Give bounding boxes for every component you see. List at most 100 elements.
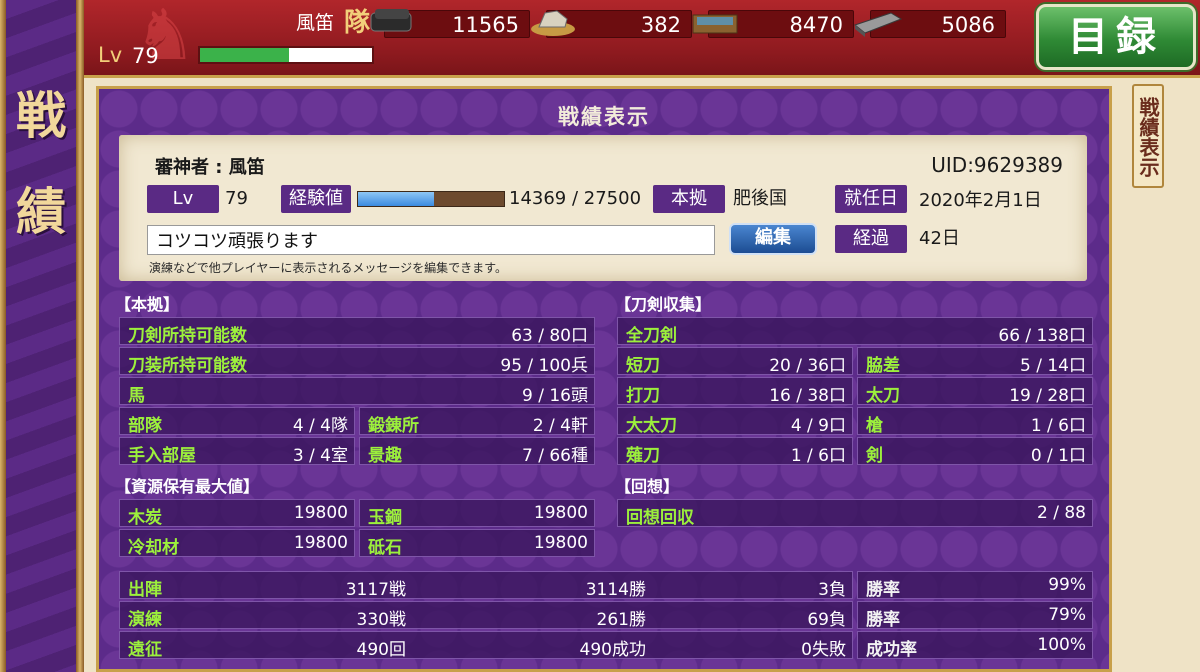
stat-label: 手入部屋 — [128, 446, 196, 466]
profile-appoint-value: 2020年2月1日 — [919, 190, 1042, 211]
battle-wins: 261勝 — [596, 610, 646, 630]
battle-label: 遠征 — [128, 640, 162, 660]
left-side-panel: 戦績 — [0, 0, 84, 672]
stat-value: 20 / 36口 — [769, 356, 846, 376]
battle-label: 演練 — [128, 610, 162, 630]
battle-losses: 3負 — [818, 580, 846, 600]
profile-card: 審神者 : 風笛 UID:9629389 Lv 79 経験値 14369 / 2… — [119, 135, 1087, 281]
stat-row: 刀剣所持可能数 63 / 80口 — [119, 317, 595, 346]
charcoal-icon — [370, 9, 412, 32]
stat-value: 66 / 138口 — [998, 326, 1086, 346]
stat-label: 砥石 — [368, 538, 402, 558]
rate-label: 勝率 — [866, 610, 900, 630]
battle-label: 出陣 — [128, 580, 162, 600]
stat-value: 1 / 6口 — [1030, 416, 1086, 436]
coolant-icon — [692, 14, 738, 34]
resource-value: 8470 — [789, 13, 843, 37]
stat-value: 95 / 100兵 — [500, 356, 588, 376]
stat-label: 全刀剣 — [626, 326, 677, 346]
resource-value: 382 — [640, 13, 681, 37]
resource-value: 11565 — [452, 13, 519, 37]
stat-label: 剣 — [866, 446, 883, 466]
battle-wins: 3114勝 — [585, 580, 646, 600]
rate-value: 99% — [1048, 575, 1086, 595]
stat-row: 部隊 4 / 4隊 — [119, 407, 355, 436]
stat-value: 7 / 66種 — [522, 446, 588, 466]
profile-name: 審神者 : 風笛 — [155, 157, 265, 178]
stat-label: 大太刀 — [626, 416, 677, 436]
stat-row: 薙刀 1 / 6口 — [617, 437, 853, 466]
battle-count: 490回 — [356, 640, 406, 660]
profile-home-value: 肥後国 — [733, 188, 787, 209]
profile-exp-value: 14369 / 27500 — [509, 188, 642, 209]
section-kaisou-head: 【回想】 — [615, 477, 680, 496]
stat-row: 景趣 7 / 66種 — [359, 437, 595, 466]
tab-record-display[interactable]: 戦績表示 — [1132, 84, 1164, 188]
stat-value: 2 / 88 — [1037, 503, 1086, 523]
stat-value: 19800 — [533, 503, 588, 523]
stat-label: 打刀 — [626, 386, 660, 406]
edit-message-button[interactable]: 編集 — [729, 223, 817, 255]
left-border-right — [76, 0, 84, 672]
rate-value: 79% — [1048, 605, 1086, 625]
rate-row: 勝率 99% — [857, 571, 1093, 600]
stat-value: 19800 — [293, 503, 348, 523]
section-resource-max-head: 【資源保有最大値】 — [115, 477, 260, 496]
profile-elapsed-value: 42日 — [919, 228, 960, 249]
stat-value: 19800 — [293, 533, 348, 553]
stat-label: 鍛錬所 — [368, 416, 419, 436]
profile-home-label: 本拠 — [653, 185, 725, 213]
menu-button[interactable]: 目録 — [1036, 4, 1196, 70]
stat-row: 玉鋼 19800 — [359, 499, 595, 528]
stat-row: 木炭 19800 — [119, 499, 355, 528]
stat-value: 1 / 6口 — [790, 446, 846, 466]
stat-label: 刀装所持可能数 — [128, 356, 247, 376]
stat-value: 16 / 38口 — [769, 386, 846, 406]
profile-lv-value: 79 — [225, 188, 248, 209]
stat-label: 玉鋼 — [368, 508, 402, 528]
stat-value: 5 / 14口 — [1020, 356, 1086, 376]
stat-label: 脇差 — [866, 356, 900, 376]
profile-appoint-label: 就任日 — [835, 185, 907, 213]
message-hint: 演練などで他プレイヤーに表示されるメッセージを編集できます。 — [149, 261, 507, 275]
screen-title: 戦績 — [16, 86, 66, 241]
resource-coolant: 8470 — [692, 10, 854, 38]
resource-charcoal: 11565 — [370, 9, 530, 38]
battle-wins: 490成功 — [579, 640, 646, 660]
player-name: 風笛 — [296, 12, 335, 34]
exp-progress-fill — [358, 192, 435, 206]
stat-label: 槍 — [866, 416, 883, 436]
rate-row: 勝率 79% — [857, 601, 1093, 630]
stat-value: 19 / 28口 — [1009, 386, 1086, 406]
level-progress-fill — [200, 48, 290, 62]
stat-label: 馬 — [128, 386, 145, 406]
stat-row: 脇差 5 / 14口 — [857, 347, 1093, 376]
rate-label: 成功率 — [866, 640, 917, 660]
profile-lv-label: Lv — [147, 185, 219, 213]
battle-row: 出陣 3117戦 3114勝 3負 — [119, 571, 853, 600]
battle-losses: 0失敗 — [801, 640, 846, 660]
stat-value: 4 / 9口 — [790, 416, 846, 436]
stat-row: 刀装所持可能数 95 / 100兵 — [119, 347, 595, 376]
profile-uid: UID:9629389 — [931, 153, 1063, 177]
rate-value: 100% — [1037, 635, 1086, 655]
tamahagane-icon — [531, 10, 575, 36]
game-screen: ♞ 風笛 隊 Lv 79 11565 382 8470 5086 目録 戦績 戦 — [0, 0, 1200, 672]
message-input[interactable] — [147, 225, 715, 255]
panel-title: 戦績表示 — [558, 104, 650, 129]
stat-label: 太刀 — [866, 386, 900, 406]
section-honkyo-head: 【本拠】 — [115, 295, 180, 314]
level-value: 79 — [132, 44, 159, 68]
stat-label: 刀剣所持可能数 — [128, 326, 247, 346]
stat-row: 短刀 20 / 36口 — [617, 347, 853, 376]
stat-label: 木炭 — [128, 508, 162, 528]
stat-row: 槍 1 / 6口 — [857, 407, 1093, 436]
stat-row: 全刀剣 66 / 138口 — [617, 317, 1093, 346]
stat-label: 薙刀 — [626, 446, 660, 466]
resource-whetstone: 5086 — [853, 10, 1006, 38]
whetstone-icon — [853, 12, 903, 37]
stat-value: 19800 — [533, 533, 588, 553]
profile-exp-label: 経験値 — [281, 185, 351, 213]
stat-row: 砥石 19800 — [359, 529, 595, 558]
battle-row: 遠征 490回 490成功 0失敗 — [119, 631, 853, 660]
